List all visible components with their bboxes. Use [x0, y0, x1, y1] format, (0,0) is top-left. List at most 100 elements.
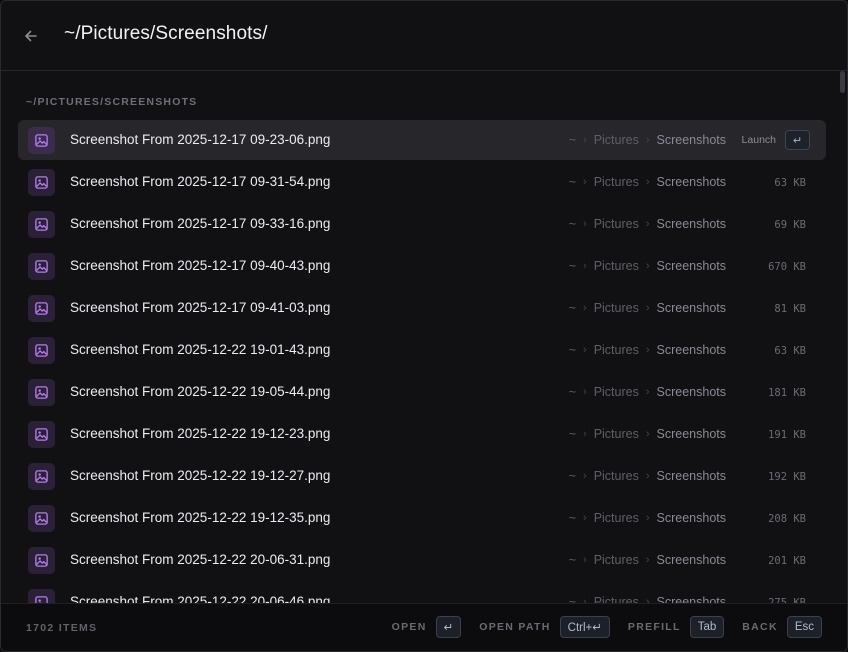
file-size: 670 KB [768, 261, 806, 273]
file-name: Screenshot From 2025-12-17 09-33-16.png [70, 216, 331, 231]
chevron-right-icon: › [583, 344, 587, 356]
breadcrumb: ~ › Pictures › Screenshots [569, 259, 726, 273]
crumb: Screenshots [656, 259, 726, 273]
crumb: Pictures [593, 133, 639, 147]
crumb: Pictures [593, 259, 639, 273]
file-row[interactable]: Screenshot From 2025-12-22 19-12-23.png ~… [18, 414, 826, 454]
file-row[interactable]: Screenshot From 2025-12-17 09-23-06.png ~… [18, 120, 826, 160]
open-action[interactable]: OPEN ↵ [392, 616, 462, 638]
image-icon [28, 379, 55, 406]
key-hint: Tab [689, 616, 725, 638]
key-hint: Esc [786, 616, 822, 638]
item-count: 1702 ITEMS [26, 622, 98, 634]
breadcrumb: ~ › Pictures › Screenshots [569, 301, 726, 315]
key-hint: ↵ [435, 616, 462, 638]
image-icon [28, 421, 55, 448]
prefill-action[interactable]: PREFILL Tab [628, 616, 725, 638]
chevron-right-icon: › [583, 302, 587, 314]
image-icon [28, 505, 55, 532]
crumb: Screenshots [656, 343, 726, 357]
file-name: Screenshot From 2025-12-22 19-12-35.png [70, 510, 331, 525]
file-row[interactable]: Screenshot From 2025-12-22 19-01-43.png ~… [18, 330, 826, 370]
chevron-right-icon: › [583, 134, 587, 146]
image-icon [28, 169, 55, 196]
breadcrumb: ~ › Pictures › Screenshots [569, 343, 726, 357]
launch-label: Launch [741, 134, 776, 146]
breadcrumb: ~ › Pictures › Screenshots [569, 469, 726, 483]
file-row[interactable]: Screenshot From 2025-12-17 09-40-43.png ~… [18, 246, 826, 286]
crumb: ~ [568, 511, 577, 525]
image-icon [28, 547, 55, 574]
page-title: ~/Pictures/Screenshots/ [64, 23, 268, 44]
crumb: ~ [568, 427, 577, 441]
crumb: ~ [568, 259, 577, 273]
crumb: Screenshots [656, 469, 726, 483]
file-name: Screenshot From 2025-12-17 09-41-03.png [70, 300, 331, 315]
breadcrumb: ~ › Pictures › Screenshots [569, 553, 726, 567]
file-row[interactable]: Screenshot From 2025-12-22 19-05-44.png ~… [18, 372, 826, 412]
file-row[interactable]: Screenshot From 2025-12-17 09-33-16.png ~… [18, 204, 826, 244]
chevron-right-icon: › [645, 470, 650, 482]
file-name: Screenshot From 2025-12-22 19-05-44.png [70, 384, 331, 399]
image-icon [28, 463, 55, 490]
crumb: ~ [568, 469, 577, 483]
crumb: Pictures [593, 343, 639, 357]
chevron-right-icon: › [583, 260, 587, 272]
crumb: Screenshots [656, 385, 726, 399]
chevron-right-icon: › [583, 470, 587, 482]
file-row[interactable]: Screenshot From 2025-12-22 20-06-31.png ~… [18, 540, 826, 580]
crumb: Pictures [593, 217, 639, 231]
image-icon [28, 337, 55, 364]
crumb: ~ [568, 385, 577, 399]
crumb: Pictures [593, 427, 639, 441]
chevron-right-icon: › [583, 512, 587, 524]
file-row[interactable]: Screenshot From 2025-12-17 09-41-03.png ~… [18, 288, 826, 328]
file-name: Screenshot From 2025-12-22 19-12-27.png [70, 468, 331, 483]
breadcrumb: ~ › Pictures › Screenshots [569, 133, 726, 147]
crumb: Screenshots [656, 133, 726, 147]
crumb: Screenshots [656, 427, 726, 441]
file-name: Screenshot From 2025-12-17 09-23-06.png [70, 132, 331, 147]
crumb: Pictures [593, 301, 639, 315]
chevron-right-icon: › [645, 176, 650, 188]
scrollbar[interactable] [840, 71, 845, 93]
back-button[interactable] [19, 24, 43, 48]
back-action[interactable]: BACK Esc [742, 616, 822, 638]
file-name: Screenshot From 2025-12-17 09-31-54.png [70, 174, 331, 189]
file-row[interactable]: Screenshot From 2025-12-22 20-06-46.png ~… [18, 582, 826, 604]
image-icon [28, 253, 55, 280]
chevron-right-icon: › [645, 386, 650, 398]
file-size: 192 KB [768, 471, 806, 483]
chevron-right-icon: › [583, 386, 587, 398]
crumb: Pictures [593, 175, 639, 189]
file-row[interactable]: Screenshot From 2025-12-22 19-12-35.png ~… [18, 498, 826, 538]
crumb: Screenshots [656, 217, 726, 231]
breadcrumb: ~ › Pictures › Screenshots [569, 511, 726, 525]
action-label: OPEN PATH [479, 621, 551, 633]
action-label: OPEN [391, 621, 427, 633]
open-path-action[interactable]: OPEN PATH Ctrl+↵ [479, 616, 610, 638]
chevron-right-icon: › [645, 134, 650, 146]
file-list-area[interactable]: ~/PICTURES/SCREENSHOTS Screenshot From 2… [1, 72, 847, 604]
file-size: 81 KB [774, 303, 806, 315]
section-label: ~/PICTURES/SCREENSHOTS [26, 96, 198, 108]
crumb: Pictures [593, 469, 639, 483]
image-icon [28, 127, 55, 154]
crumb: Pictures [593, 553, 639, 567]
footer-actions: OPEN ↵ OPEN PATH Ctrl+↵ PREFILL Tab BACK… [374, 616, 822, 638]
header: ~/Pictures/Screenshots/ [1, 1, 847, 71]
chevron-right-icon: › [583, 554, 587, 566]
chevron-right-icon: › [645, 302, 650, 314]
breadcrumb: ~ › Pictures › Screenshots [569, 385, 726, 399]
crumb: ~ [568, 553, 577, 567]
file-size: 69 KB [774, 219, 806, 231]
crumb: ~ [568, 217, 577, 231]
arrow-left-icon [25, 30, 37, 42]
chevron-right-icon: › [645, 260, 650, 272]
footer: 1702 ITEMS OPEN ↵ OPEN PATH Ctrl+↵ PREFI… [1, 603, 847, 651]
file-row[interactable]: Screenshot From 2025-12-22 19-12-27.png ~… [18, 456, 826, 496]
file-size: 201 KB [768, 555, 806, 567]
image-icon [28, 589, 55, 604]
file-row[interactable]: Screenshot From 2025-12-17 09-31-54.png ~… [18, 162, 826, 202]
crumb: ~ [568, 343, 577, 357]
